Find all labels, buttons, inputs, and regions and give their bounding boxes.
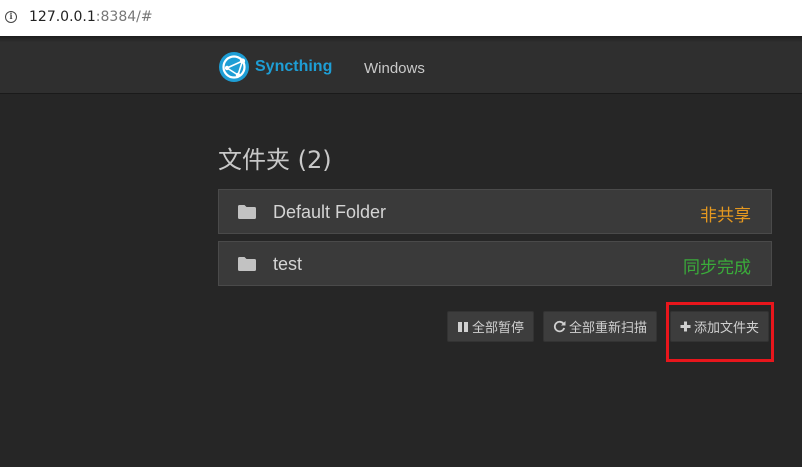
annotation-highlight-box	[666, 302, 774, 362]
folder-row-test[interactable]: test 同步完成	[218, 241, 772, 286]
url-path: :8384/#	[95, 9, 153, 25]
folder-status-badge: 非共享	[700, 206, 751, 226]
brand-link[interactable]: Syncthing	[218, 51, 332, 83]
rescan-all-button[interactable]: 全部重新扫描	[543, 311, 658, 342]
folder-name: test	[273, 254, 303, 274]
main-content: 文件夹 (2) Default Folder 非共享 test 同步完成 全部暂…	[0, 94, 802, 467]
pause-icon	[458, 321, 468, 332]
folder-name: Default Folder	[273, 202, 387, 222]
site-info-icon[interactable]: i	[5, 11, 17, 23]
rescan-all-label: 全部重新扫描	[569, 321, 648, 336]
folder-icon	[238, 257, 256, 271]
url-text[interactable]: 127.0.0.1:8384/#	[29, 8, 153, 26]
folder-row-default[interactable]: Default Folder 非共享	[218, 189, 772, 234]
folders-heading: 文件夹 (2)	[218, 146, 332, 174]
pause-all-label: 全部暂停	[472, 321, 525, 336]
refresh-icon	[553, 320, 566, 333]
syncthing-logo-icon	[219, 52, 249, 82]
brand-name: Syncthing	[255, 58, 333, 75]
top-navbar: Syncthing Windows	[0, 42, 802, 94]
pause-all-button[interactable]: 全部暂停	[447, 311, 535, 342]
browser-address-bar[interactable]: i 127.0.0.1:8384/#	[0, 0, 802, 36]
url-host: 127.0.0.1	[29, 9, 96, 25]
folder-status-badge: 同步完成	[683, 258, 751, 278]
folder-icon	[238, 205, 256, 219]
device-name-link[interactable]: Windows	[364, 60, 425, 77]
